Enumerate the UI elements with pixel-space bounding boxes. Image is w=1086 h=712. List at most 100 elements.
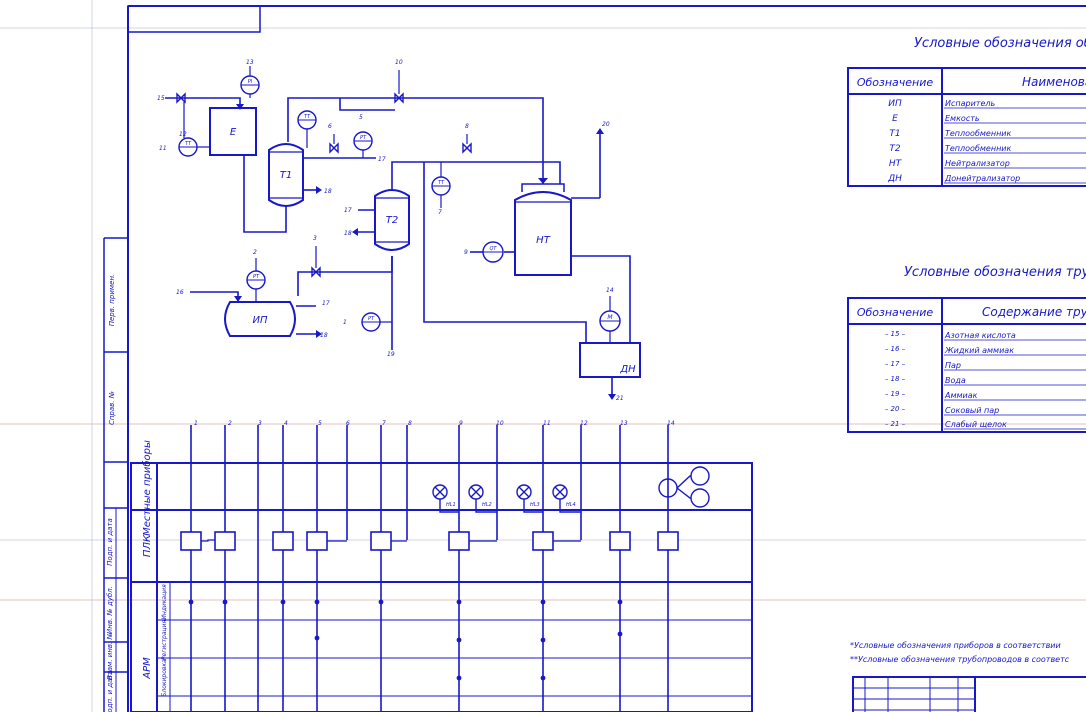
plc-blocks[interactable] <box>180 531 679 551</box>
t1-label: Т1 <box>280 170 292 181</box>
inst-7b-tag: TT <box>438 180 445 186</box>
channel-10: 10 <box>496 420 504 427</box>
pipe-code-4: – 18 – <box>885 375 906 383</box>
panel-plc-label: ПЛК <box>142 534 153 557</box>
inst-2-tag: PT <box>253 274 260 280</box>
dev-code-6: ДН <box>887 174 902 184</box>
inst-9-tag: QT <box>490 246 498 252</box>
legend-devices-col2: Наименова <box>1022 75 1086 89</box>
drawing-sheet: Перв. примен. Справ. № Подп. и дата Инв.… <box>0 0 1086 712</box>
dev-code-4: Т2 <box>889 144 900 154</box>
lamp-hl4: НL4 <box>566 502 576 508</box>
inst-14-tag: M <box>607 314 613 321</box>
pipe-code-6: – 20 – <box>885 405 906 413</box>
t2-label: Т2 <box>386 215 398 226</box>
vessel-e[interactable]: Е <box>209 107 257 156</box>
valves[interactable] <box>176 92 472 278</box>
heat-exchanger-t2[interactable]: Т2 <box>374 189 410 251</box>
post-neutralizer-dn[interactable]: ДН <box>579 342 641 378</box>
arm-row-registration: Регистрация <box>161 619 168 660</box>
drawing-frame <box>103 5 1086 712</box>
title-block <box>852 676 1086 712</box>
stream-17b: 17 <box>344 207 352 214</box>
pipe-code-5: – 19 – <box>885 390 906 398</box>
stream-1: 1 <box>343 319 347 326</box>
dev-code-3: Т1 <box>889 129 900 139</box>
pipe-name-3: Пар <box>945 361 961 370</box>
inst-11-tag: TT <box>185 141 192 147</box>
footnote-pipes: **Условные обозначения трубопроводов в с… <box>850 655 1070 664</box>
nt-label: НТ <box>536 235 551 246</box>
stamp-sign-date-1: Подп. и дата <box>106 518 114 566</box>
stamp-dup-inv: Инв. № дубл. <box>106 586 114 634</box>
footnotes: *Условные обозначения приборов в соответ… <box>850 641 1070 664</box>
channel-12: 12 <box>580 420 588 427</box>
dev-name-2: Емкость <box>945 114 980 123</box>
dev-name-6: Донейтрализатор <box>944 174 1020 183</box>
channel-7: 7 <box>382 420 386 427</box>
channel-6: 6 <box>346 420 350 427</box>
heat-exchanger-t1[interactable]: Т1 <box>268 143 304 207</box>
stream-8: 8 <box>465 123 469 130</box>
neutralizer-nt[interactable]: НТ <box>514 183 572 276</box>
panel-arm-label: АРМ <box>142 657 153 680</box>
stream-2: 2 <box>253 249 257 256</box>
lamp-hl3: НL3 <box>530 502 540 508</box>
channel-13: 13 <box>620 420 628 427</box>
stream-5: 5 <box>359 114 363 121</box>
stream-9: 9 <box>464 249 468 256</box>
legend-pipes-title: Условные обозначения труб <box>904 265 1086 280</box>
panel-local-label: Местные приборы <box>141 440 153 536</box>
channel-8: 8 <box>408 420 412 427</box>
stream-19: 19 <box>387 351 395 358</box>
stream-6: 6 <box>328 123 332 130</box>
stream-20: 20 <box>602 121 610 128</box>
channel-9: 9 <box>459 420 463 427</box>
legend-pipes: Условные обозначения труб Обозначение Со… <box>847 265 1086 433</box>
dev-name-3: Теплообменник <box>945 129 1011 138</box>
dev-code-1: ИП <box>888 99 902 109</box>
local-devices-14 <box>658 466 710 508</box>
legend-pipes-col2: Содержание тру <box>982 305 1086 319</box>
channel-5: 5 <box>318 420 322 427</box>
side-stamps: Перв. примен. Справ. № Подп. и дата Инв.… <box>106 274 116 712</box>
channel-2: 2 <box>228 420 232 427</box>
instruments[interactable]: PI TT TT PT TT PT PT QT M <box>178 75 621 332</box>
legend-pipes-col1: Обозначение <box>857 306 934 319</box>
channel-lines <box>190 425 669 712</box>
pipe-code-7: – 21 – <box>885 420 906 428</box>
inst-13-tag: PI <box>248 79 253 85</box>
channel-11: 11 <box>543 420 551 427</box>
dev-name-5: Нейтрализатор <box>945 159 1010 168</box>
arm-dots <box>188 599 623 681</box>
arm-row-indication: Индикация <box>161 584 168 620</box>
stream-3: 3 <box>313 235 317 242</box>
flow-arrows <box>234 104 616 400</box>
pipe-name-6: Соковый пар <box>945 406 999 415</box>
pipe-code-3: – 17 – <box>885 360 906 368</box>
channel-4: 4 <box>284 420 288 427</box>
channel-14: 14 <box>667 420 675 427</box>
dev-name-4: Теплообменник <box>945 144 1011 153</box>
stream-10: 10 <box>395 59 403 66</box>
stream-18a: 18 <box>324 188 332 195</box>
dev-code-2: Е <box>892 114 898 124</box>
stream-11: 11 <box>159 145 167 152</box>
stream-17c: 17 <box>322 300 330 307</box>
lamp-labels: НL1 НL2 НL3 НL4 <box>446 502 576 508</box>
ip-label: ИП <box>253 315 268 326</box>
pipe-name-7: Слабый щелок <box>945 420 1007 429</box>
process-scheme: Е Т1 Т2 ИП НТ ДН PI TT TT PT TT PT PT QT… <box>157 59 641 402</box>
stream-14: 14 <box>606 287 614 294</box>
stream-17a: 17 <box>378 156 386 163</box>
dn-label: ДН <box>619 364 636 375</box>
evaporator-ip[interactable]: ИП <box>224 301 296 337</box>
pipe-name-1: Азотная кислота <box>944 331 1016 340</box>
dev-name-1: Испаритель <box>945 99 995 108</box>
stamp-sign-date-2: Подп. и дата <box>106 670 114 712</box>
stream-7: 7 <box>438 209 442 216</box>
channel-3: 3 <box>258 420 262 427</box>
stamp-first-use: Перв. примен. <box>108 274 116 327</box>
inst-5-tag: PT <box>360 135 367 141</box>
pipe-name-2: Жидкий аммиак <box>944 346 1014 355</box>
